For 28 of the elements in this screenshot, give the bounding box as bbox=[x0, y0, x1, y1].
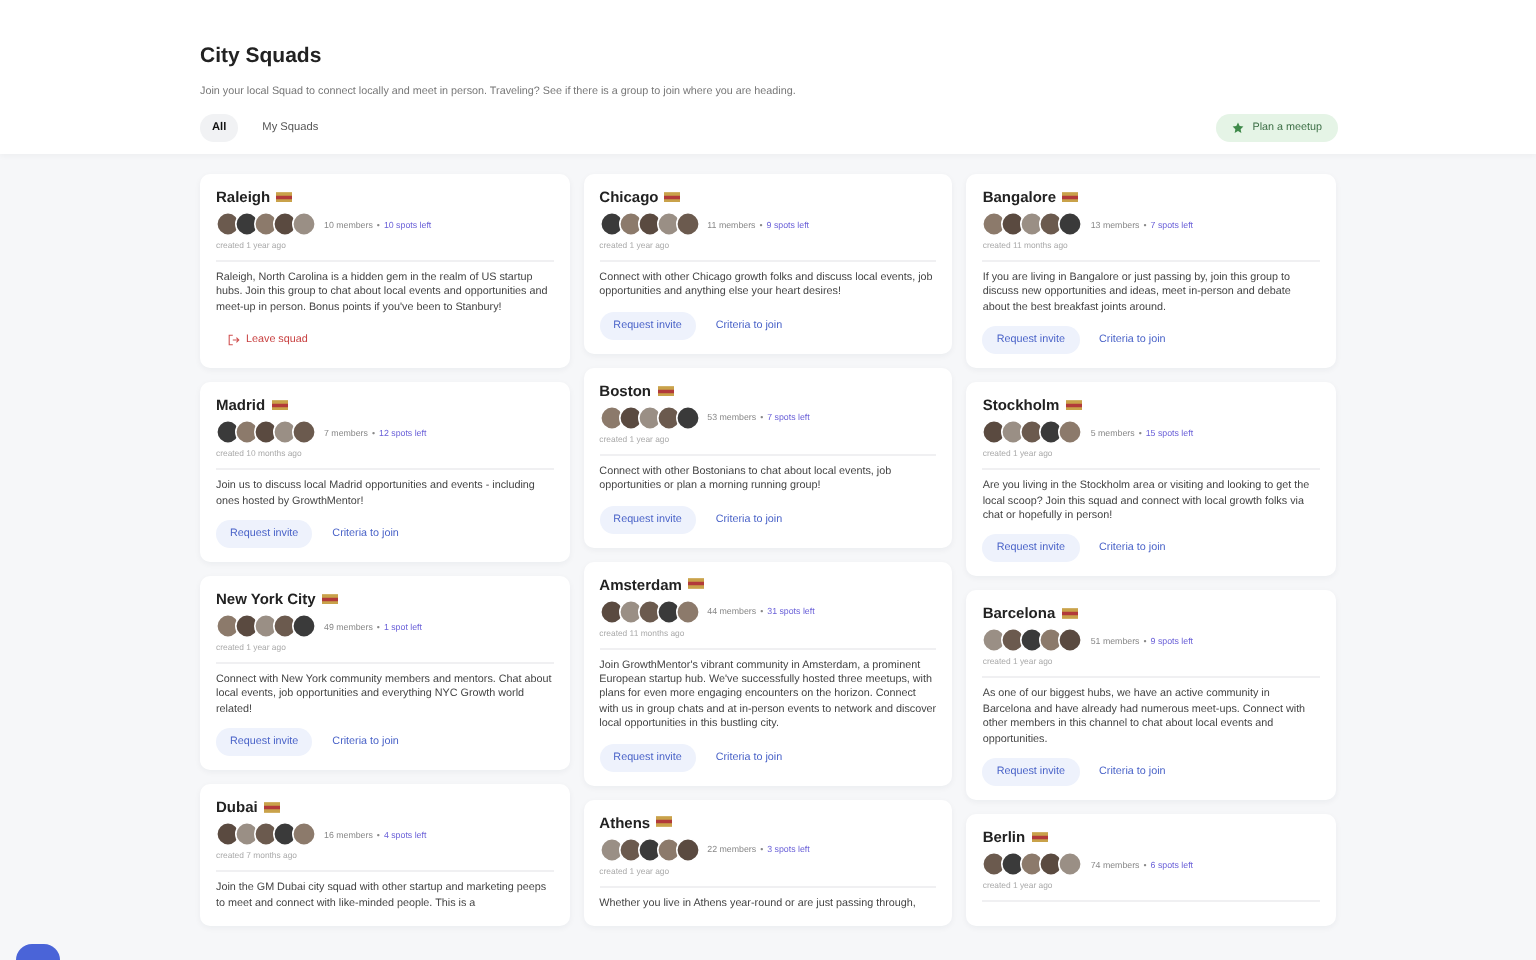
avatar-group bbox=[599, 837, 700, 862]
flag-icon bbox=[1062, 191, 1079, 203]
avatar-group bbox=[216, 420, 316, 445]
star-icon bbox=[1232, 122, 1245, 134]
flag-icon bbox=[657, 385, 674, 397]
flag-icon bbox=[664, 191, 681, 203]
flag-icon bbox=[656, 816, 673, 828]
avatar-group bbox=[216, 212, 316, 236]
avatar-group bbox=[599, 212, 700, 236]
page-title: City Squads bbox=[200, 44, 324, 68]
flag-icon bbox=[263, 802, 280, 813]
avatar-group bbox=[982, 628, 1083, 653]
exit-icon bbox=[228, 334, 240, 347]
avatar-group bbox=[599, 599, 700, 624]
avatar-group bbox=[982, 852, 1083, 877]
avatar-group bbox=[982, 420, 1083, 445]
flag-icon bbox=[1065, 399, 1082, 411]
flag-icon bbox=[276, 191, 293, 203]
flag-icon bbox=[321, 593, 338, 605]
flag-icon bbox=[1061, 608, 1078, 620]
flag-icon bbox=[687, 578, 704, 590]
avatar-group bbox=[982, 212, 1083, 236]
avatar-group bbox=[216, 614, 316, 639]
avatar-group bbox=[216, 822, 316, 847]
flag-icon bbox=[271, 399, 288, 411]
chat-button[interactable] bbox=[16, 944, 60, 960]
flag-icon bbox=[1031, 831, 1048, 843]
avatar-group bbox=[599, 405, 700, 430]
